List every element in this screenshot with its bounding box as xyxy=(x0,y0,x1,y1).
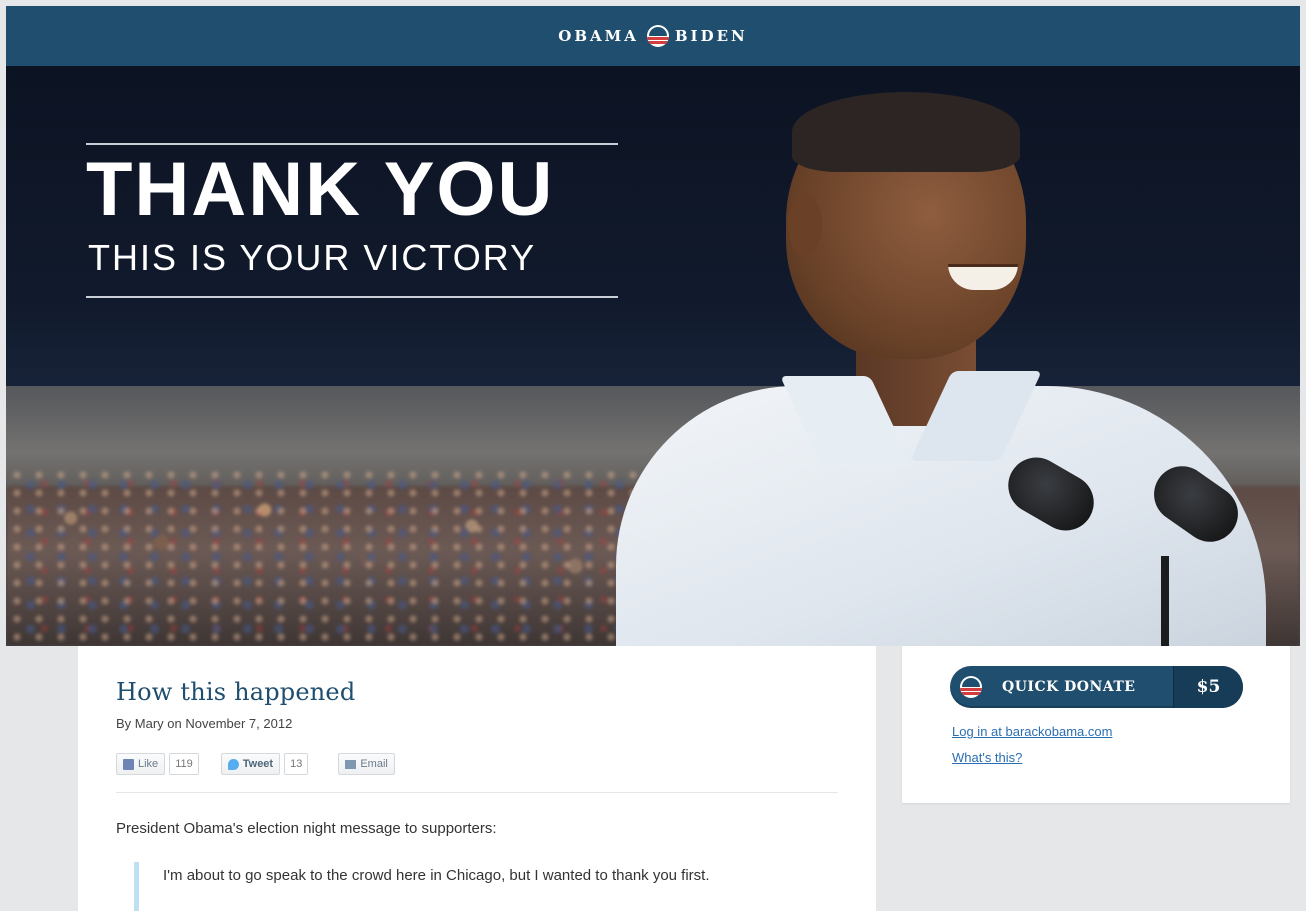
tweet-button[interactable]: Tweet xyxy=(220,753,281,775)
like-count: 119 xyxy=(169,753,199,775)
brand-biden[interactable]: BIDEN xyxy=(675,27,748,45)
quick-donate-label: QUICK DONATE xyxy=(1002,679,1136,695)
donate-sidebar: QUICK DONATE $5 Log in at barackobama.co… xyxy=(902,646,1290,803)
obama-logo-icon xyxy=(960,676,982,698)
hero-headline: THANK YOU xyxy=(86,147,555,232)
brand-obama[interactable]: OBAMA xyxy=(558,27,639,45)
obama-logo-icon[interactable] xyxy=(646,25,669,47)
login-link[interactable]: Log in at barackobama.com xyxy=(952,724,1112,739)
divider xyxy=(116,792,838,793)
donate-amount[interactable]: $5 xyxy=(1173,666,1243,708)
article-byline: By Mary on November 7, 2012 xyxy=(116,716,293,731)
article-intro: President Obama's election night message… xyxy=(116,820,497,837)
hero-subheadline: THIS IS YOUR VICTORY xyxy=(88,237,537,278)
hero-banner: THANK YOU THIS IS YOUR VICTORY xyxy=(6,66,1300,646)
quick-donate-button[interactable]: QUICK DONATE $5 xyxy=(950,666,1243,708)
top-bar: OBAMA BIDEN xyxy=(6,6,1300,66)
headline-rule-bottom xyxy=(86,296,618,298)
page: OBAMA BIDEN THANK YOU THIS IS YOUR VICTO… xyxy=(0,0,1306,911)
article-quote: I'm about to go speak to the crowd here … xyxy=(134,862,834,911)
facebook-like-button[interactable]: Like xyxy=(116,753,166,775)
facebook-icon xyxy=(123,758,134,770)
headline-rule-top xyxy=(86,143,618,145)
president-photo xyxy=(606,86,1300,646)
article-title: How this happened xyxy=(116,678,356,706)
share-bar: Like 119 Tweet 13 Email xyxy=(116,753,395,775)
whats-this-link[interactable]: What's this? xyxy=(952,750,1022,765)
envelope-icon xyxy=(345,759,357,769)
tweet-count: 13 xyxy=(284,753,309,775)
email-button[interactable]: Email xyxy=(338,753,395,775)
article-card: How this happened By Mary on November 7,… xyxy=(78,646,876,911)
twitter-bird-icon xyxy=(227,758,239,770)
